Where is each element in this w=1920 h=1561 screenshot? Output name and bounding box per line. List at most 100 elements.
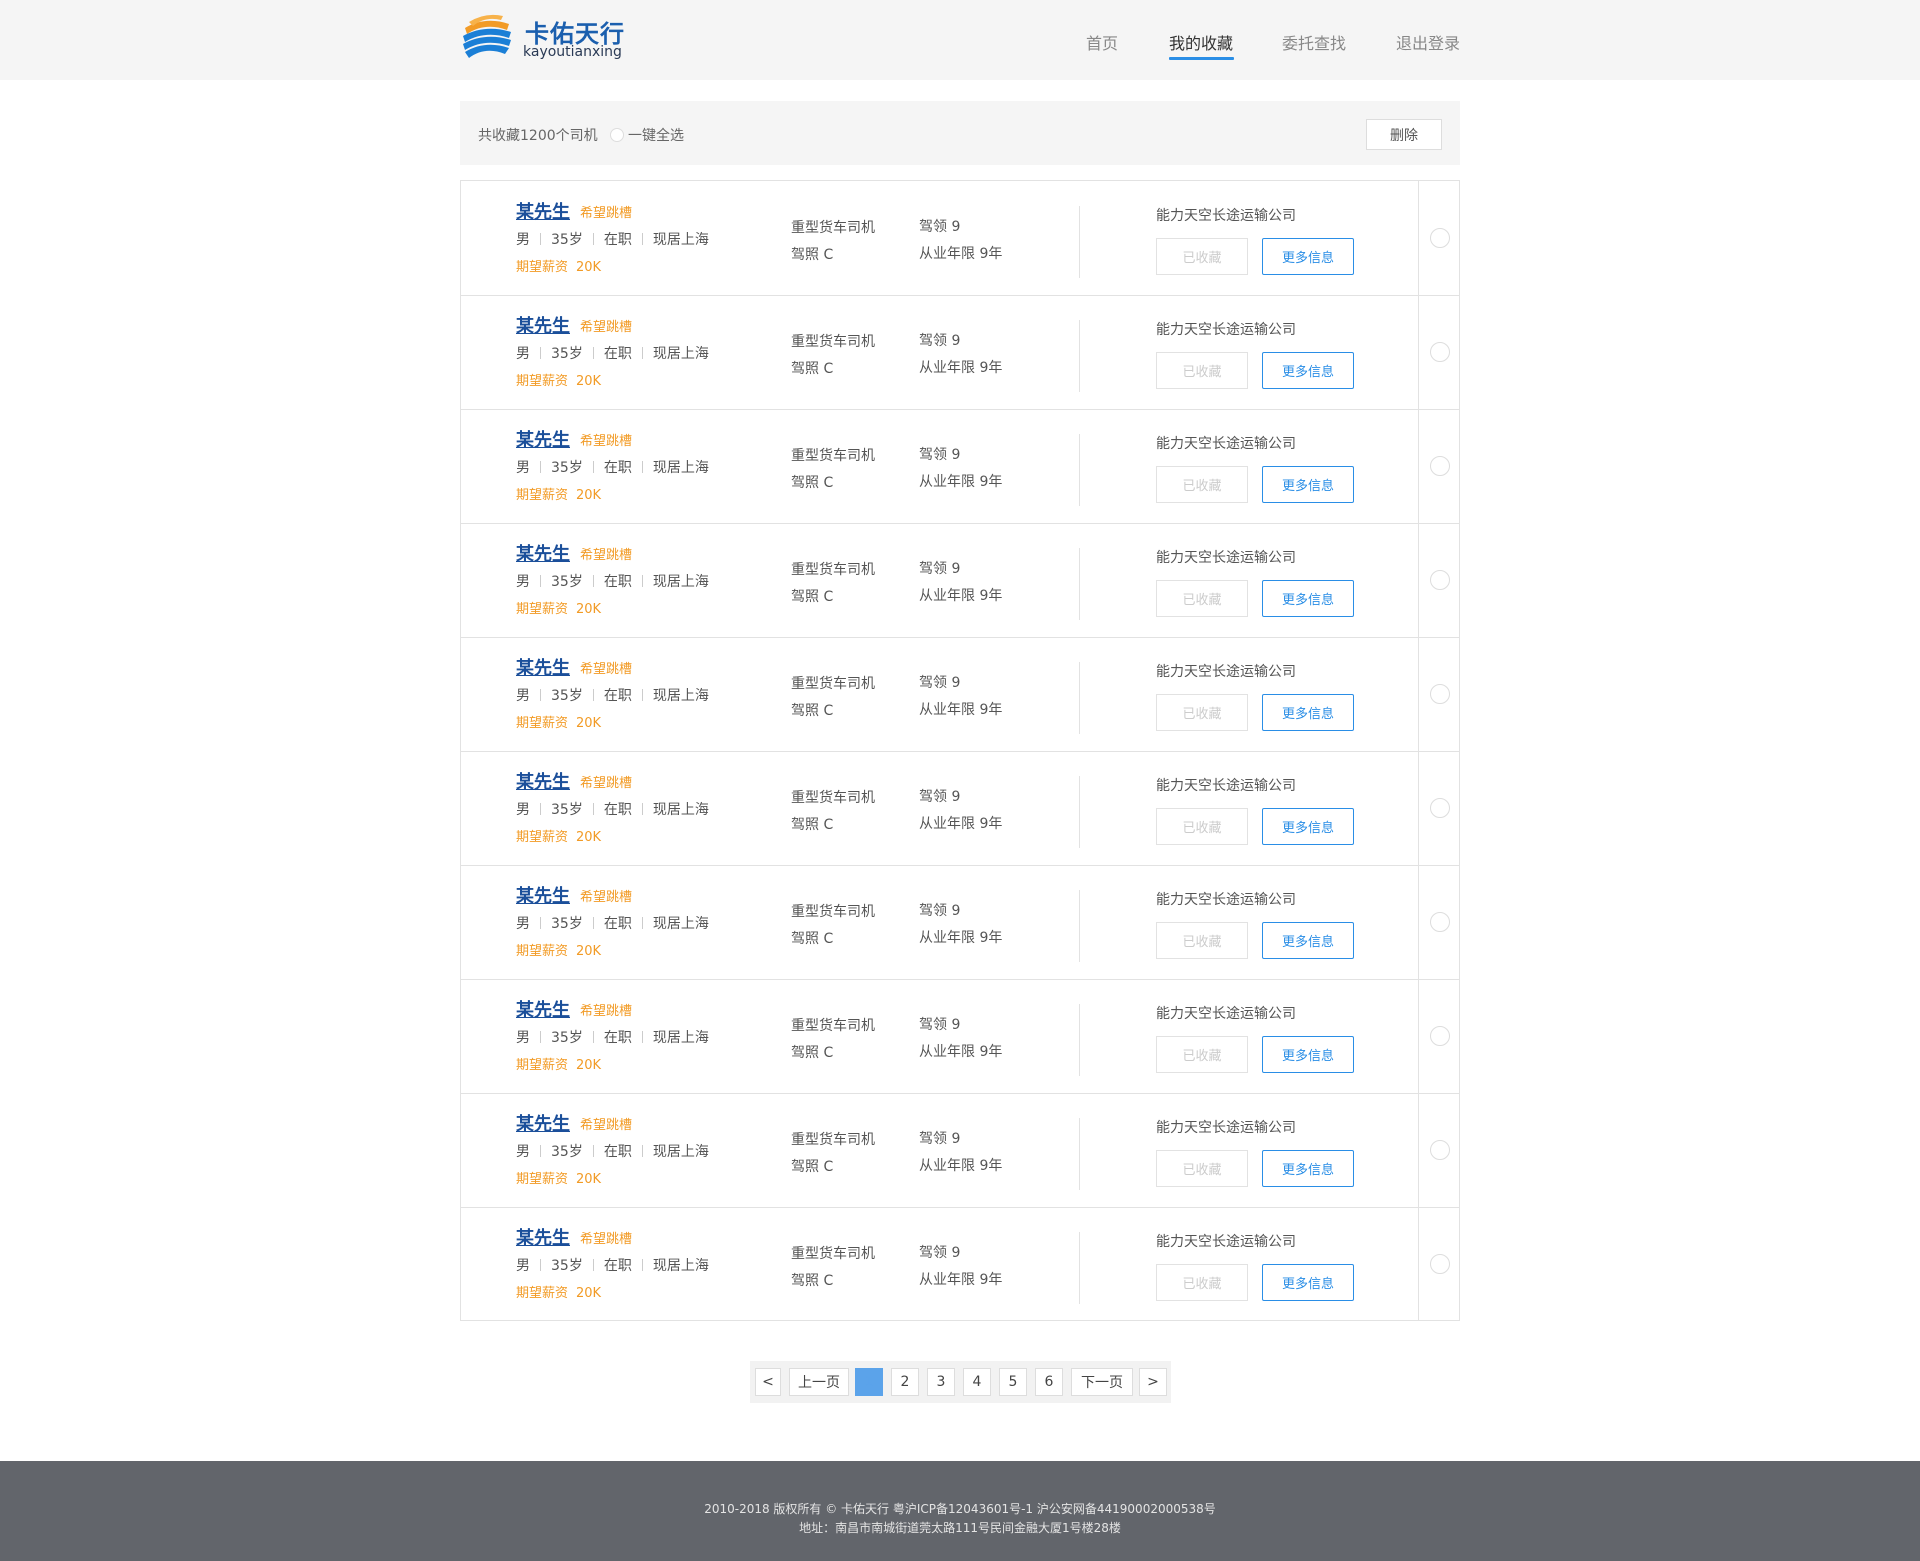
driver-name[interactable]: 某先生 <box>516 540 570 566</box>
salary-value: 20K <box>576 602 602 617</box>
more-info-button[interactable]: 更多信息 <box>1262 238 1354 275</box>
brand-pinyin: kayoutianxing <box>523 44 622 60</box>
collected-button[interactable]: 已收藏 <box>1156 1036 1248 1073</box>
nav-my-favorites[interactable]: 我的收藏 <box>1169 30 1233 54</box>
driver-name[interactable]: 某先生 <box>516 882 570 908</box>
collected-button[interactable]: 已收藏 <box>1156 238 1248 275</box>
company-name: 能力天空长途运输公司 <box>1156 322 1296 338</box>
row-select-radio[interactable] <box>1430 1254 1450 1274</box>
driver-name[interactable]: 某先生 <box>516 312 570 338</box>
page-5-button[interactable]: 5 <box>999 1368 1027 1396</box>
collected-button[interactable]: 已收藏 <box>1156 922 1248 959</box>
salary-label: 期望薪资 <box>516 716 569 731</box>
row-select-radio[interactable] <box>1430 798 1450 818</box>
more-info-button[interactable]: 更多信息 <box>1262 580 1354 617</box>
collected-button[interactable]: 已收藏 <box>1156 1150 1248 1187</box>
row-select-radio[interactable] <box>1430 1140 1450 1160</box>
delete-button[interactable]: 删除 <box>1366 119 1442 150</box>
driver-gender: 男 <box>516 346 530 362</box>
driver-gender: 男 <box>516 460 530 476</box>
row-select-radio[interactable] <box>1430 684 1450 704</box>
license-class: 驾照 C <box>791 703 834 719</box>
driver-location: 现居上海 <box>652 688 709 704</box>
salary-value: 20K <box>576 830 602 845</box>
brand-logo[interactable]: 卡佑天行 kayoutianxing <box>459 10 639 64</box>
row-select-radio[interactable] <box>1430 228 1450 248</box>
divider <box>540 461 541 473</box>
page-6-button[interactable]: 6 <box>1035 1368 1063 1396</box>
page-next-button[interactable]: 下一页 <box>1071 1368 1133 1396</box>
nav-home[interactable]: 首页 <box>1086 30 1118 54</box>
more-info-button[interactable]: 更多信息 <box>1262 922 1354 959</box>
favorites-toolbar: 共收藏1200个司机 一键全选 删除 <box>460 101 1460 165</box>
divider <box>592 347 594 359</box>
company-name: 能力天空长途运输公司 <box>1156 1234 1296 1250</box>
row-select-radio[interactable] <box>1430 912 1450 932</box>
divider <box>641 1259 643 1271</box>
salary-label: 期望薪资 <box>516 602 569 617</box>
page-1-button[interactable]: 1 <box>855 1368 883 1396</box>
divider <box>1079 548 1080 620</box>
driver-basic-info: 男 35岁 在职 现居上海 <box>516 343 709 363</box>
divider <box>641 689 643 701</box>
collected-button[interactable]: 已收藏 <box>1156 580 1248 617</box>
page-first-button[interactable]: < <box>755 1368 781 1396</box>
driver-name[interactable]: 某先生 <box>516 654 570 680</box>
collected-button[interactable]: 已收藏 <box>1156 352 1248 389</box>
more-info-button[interactable]: 更多信息 <box>1262 808 1354 845</box>
job-title: 重型货车司机 <box>791 334 875 350</box>
driver-name[interactable]: 某先生 <box>516 768 570 794</box>
more-info-button[interactable]: 更多信息 <box>1262 1036 1354 1073</box>
driving-years: 驾领 9 <box>919 1017 961 1033</box>
divider <box>1079 1004 1080 1076</box>
driver-name[interactable]: 某先生 <box>516 426 570 452</box>
divider <box>1079 320 1080 392</box>
job-title: 重型货车司机 <box>791 676 875 692</box>
driver-location: 现居上海 <box>652 460 709 476</box>
more-info-button[interactable]: 更多信息 <box>1262 466 1354 503</box>
page-last-button[interactable]: > <box>1139 1368 1167 1396</box>
driving-years: 驾领 9 <box>919 1131 961 1147</box>
driver-name[interactable]: 某先生 <box>516 1224 570 1250</box>
work-experience: 从业年限 9年 <box>919 1158 1003 1174</box>
job-title: 重型货车司机 <box>791 448 875 464</box>
select-all-radio[interactable] <box>610 128 624 142</box>
driver-location: 现居上海 <box>652 574 709 590</box>
page-prev-button[interactable]: 上一页 <box>789 1368 849 1396</box>
driver-card: 某先生 希望跳槽男 35岁 在职 现居上海 期望薪资 20K 重型货车司机 驾照 C 驾领 9 从业… <box>461 181 1459 296</box>
row-select-radio[interactable] <box>1430 570 1450 590</box>
row-select-radio[interactable] <box>1430 456 1450 476</box>
page-4-button[interactable]: 4 <box>963 1368 991 1396</box>
pagination: < 上一页 1 2 3 4 5 6 下一页 > <box>750 1361 1171 1403</box>
collected-button[interactable]: 已收藏 <box>1156 694 1248 731</box>
row-select-radio[interactable] <box>1430 1026 1450 1046</box>
footer-address: 地址：南昌市南城街道莞太路111号民间金融大厦1号楼28楼 <box>799 1521 1121 1535</box>
driver-name[interactable]: 某先生 <box>516 996 570 1022</box>
collected-button[interactable]: 已收藏 <box>1156 808 1248 845</box>
license-class: 驾照 C <box>791 931 834 947</box>
select-all-toggle[interactable]: 一键全选 <box>610 125 684 145</box>
driver-status: 在职 <box>603 1030 632 1046</box>
collected-button[interactable]: 已收藏 <box>1156 1264 1248 1301</box>
driver-name[interactable]: 某先生 <box>516 1110 570 1136</box>
page-2-button[interactable]: 2 <box>891 1368 919 1396</box>
more-info-button[interactable]: 更多信息 <box>1262 694 1354 731</box>
nav-logout[interactable]: 退出登录 <box>1396 30 1460 54</box>
driver-basic-info: 男 35岁 在职 现居上海 <box>516 799 709 819</box>
driver-list: 某先生 希望跳槽男 35岁 在职 现居上海 期望薪资 20K 重型货车司机 驾照 C 驾领 9 从业… <box>460 180 1460 1321</box>
company-name: 能力天空长途运输公司 <box>1156 436 1296 452</box>
job-title: 重型货车司机 <box>791 904 875 920</box>
page-3-button[interactable]: 3 <box>927 1368 955 1396</box>
divider <box>592 803 594 815</box>
row-select-radio[interactable] <box>1430 342 1450 362</box>
collected-button[interactable]: 已收藏 <box>1156 466 1248 503</box>
divider <box>1079 434 1080 506</box>
driver-location: 现居上海 <box>652 916 709 932</box>
more-info-button[interactable]: 更多信息 <box>1262 1150 1354 1187</box>
nav-commission-search[interactable]: 委托查找 <box>1282 30 1346 54</box>
logo-icon <box>463 14 511 58</box>
more-info-button[interactable]: 更多信息 <box>1262 1264 1354 1301</box>
more-info-button[interactable]: 更多信息 <box>1262 352 1354 389</box>
driver-name[interactable]: 某先生 <box>516 198 570 224</box>
license-class: 驾照 C <box>791 1045 834 1061</box>
